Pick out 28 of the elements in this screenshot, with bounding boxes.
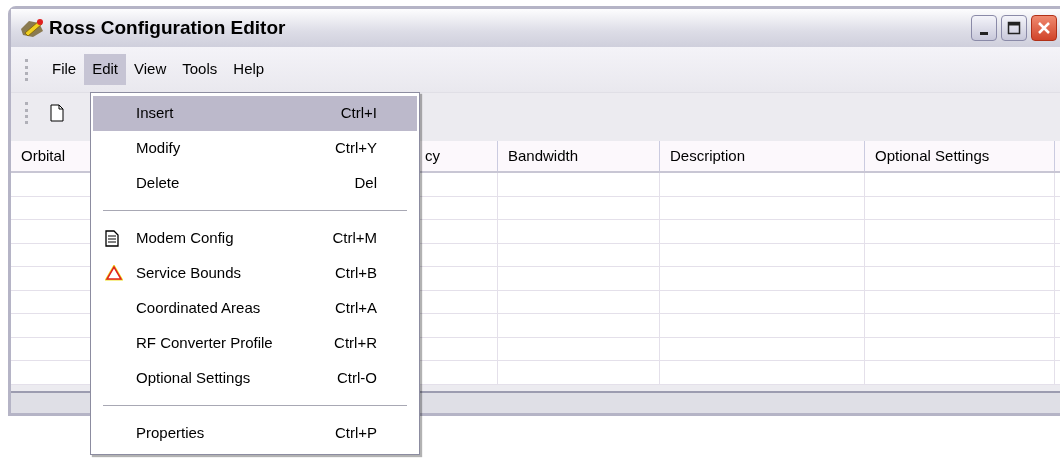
column-header[interactable]: Description — [660, 141, 865, 171]
menu-entry[interactable]: Modify Ctrl+Y — [93, 131, 417, 166]
close-icon — [1036, 20, 1052, 36]
menu-entry[interactable]: RF Converter Profile Ctrl+R — [93, 326, 417, 361]
minimize-icon — [980, 31, 988, 35]
menu-item[interactable]: Edit — [84, 54, 127, 85]
column-header[interactable]: Bandwidth — [498, 141, 660, 171]
window-title: Ross Configuration Editor — [49, 15, 286, 40]
menu-entry[interactable]: Coordinated Areas Ctrl+A — [93, 291, 417, 326]
menu-entry[interactable]: Insert Ctrl+I — [93, 96, 417, 131]
minimize-button[interactable] — [971, 15, 997, 41]
menu-entry[interactable]: Service Bounds Ctrl+B — [93, 256, 417, 291]
warning-icon — [105, 265, 123, 281]
app-logo-icon — [19, 17, 45, 39]
menu-item[interactable]: Help — [225, 54, 273, 85]
menu-entry[interactable]: Delete Del — [93, 166, 417, 201]
close-button[interactable] — [1031, 15, 1057, 41]
menu-entry[interactable]: Modem Config Ctrl+M — [93, 221, 417, 256]
maximize-icon — [1006, 20, 1022, 36]
maximize-button[interactable] — [1001, 15, 1027, 41]
menu-entry[interactable]: Optional Settings Ctrl-O — [93, 361, 417, 396]
menu-entry[interactable]: Properties Ctrl+P — [93, 416, 417, 451]
document-icon — [105, 230, 119, 247]
menu-item[interactable]: File — [44, 54, 85, 85]
column-header[interactable]: Optional Settings — [865, 141, 1055, 171]
new-file-icon[interactable] — [50, 104, 64, 122]
menu-item[interactable]: View — [126, 54, 175, 85]
menu-item[interactable]: Tools — [174, 54, 226, 85]
